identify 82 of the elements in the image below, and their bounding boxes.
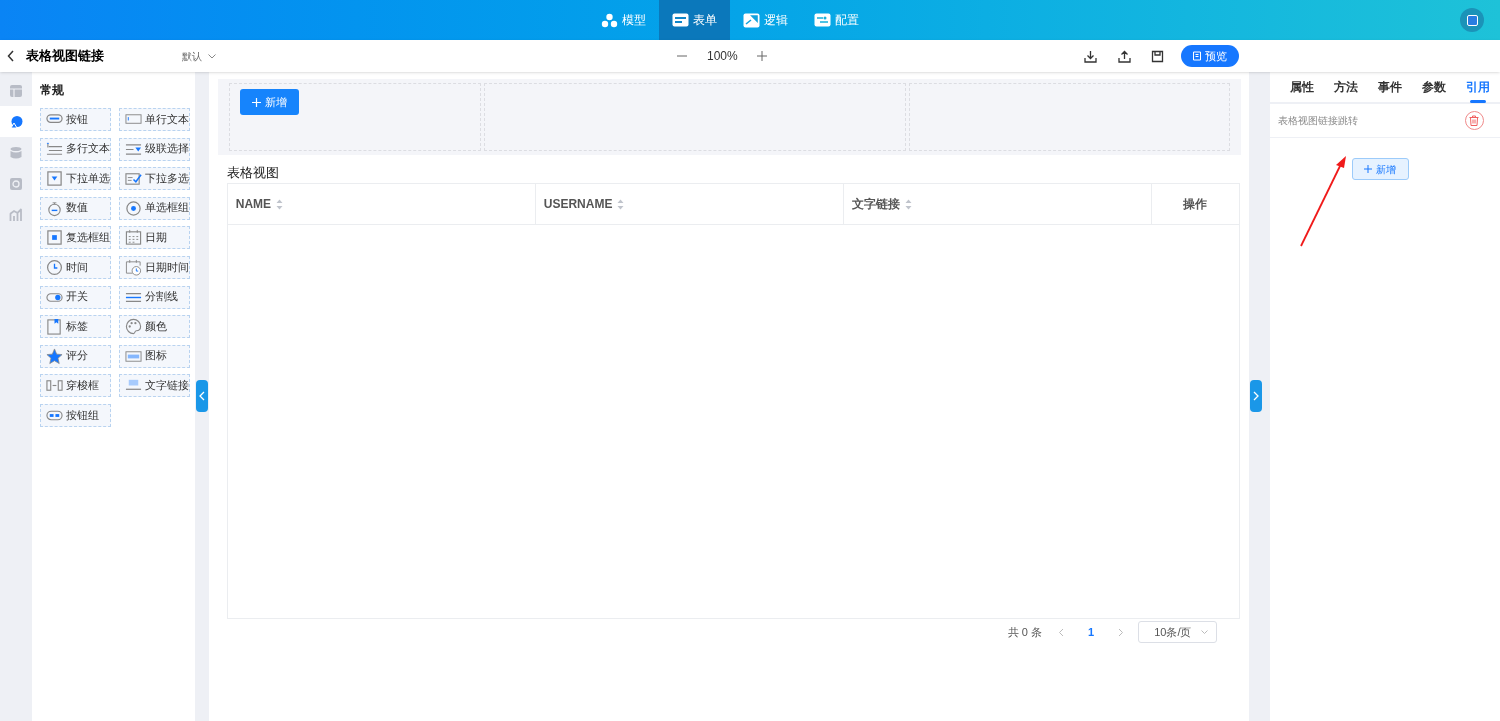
panel-heading: 常规 <box>40 82 65 99</box>
palette-icon <box>125 318 142 336</box>
dropdown-icon <box>46 170 63 188</box>
avatar[interactable] <box>1460 8 1484 32</box>
component-item[interactable]: 穿梭框 <box>40 374 111 398</box>
column-header[interactable]: 文字链接 <box>843 184 1152 224</box>
sort-icon[interactable] <box>904 198 912 210</box>
checkbox-icon <box>46 229 63 247</box>
multiline-text-icon <box>46 140 63 158</box>
component-item[interactable]: 图标 <box>119 344 190 368</box>
layout-icon <box>9 83 23 98</box>
property-tab[interactable]: 属性 <box>1280 72 1324 102</box>
download-icon[interactable] <box>1083 49 1097 63</box>
property-tab[interactable]: 参数 <box>1412 72 1456 102</box>
trash-icon <box>1469 115 1480 126</box>
save-icon[interactable] <box>1150 49 1164 63</box>
form-icon <box>672 13 689 27</box>
rail-tab[interactable] <box>0 106 32 137</box>
chevron-down-icon <box>208 53 216 59</box>
zoom-level: 100% <box>707 48 738 65</box>
preview-button[interactable]: 预览 <box>1180 45 1239 67</box>
chart-icon <box>9 207 23 222</box>
property-tab[interactable]: 方法 <box>1324 72 1368 102</box>
add-reference-button[interactable]: 新增 <box>1352 158 1409 180</box>
cluster-icon <box>601 12 618 28</box>
upload-icon[interactable] <box>1117 49 1131 63</box>
property-tab[interactable]: 事件 <box>1368 72 1412 102</box>
tag-icon <box>46 318 63 336</box>
plus-icon <box>251 97 261 107</box>
star-icon <box>46 347 63 365</box>
component-item[interactable]: 单选框组 <box>119 196 190 220</box>
document-icon <box>1192 51 1203 61</box>
column-header[interactable]: NAME <box>227 184 536 224</box>
sort-icon[interactable] <box>276 198 284 210</box>
component-item[interactable]: 下拉多选 <box>119 167 190 191</box>
component-item[interactable]: 标签 <box>40 315 111 339</box>
property-tab[interactable]: 引用 <box>1456 72 1500 102</box>
collapse-handle[interactable] <box>195 380 208 412</box>
component-item[interactable]: 级联选择 <box>119 137 190 161</box>
total-count: 共 0 条 <box>1007 624 1043 640</box>
calendar-icon <box>125 229 142 247</box>
component-item[interactable]: 单行文本 <box>119 108 190 131</box>
multi-select-icon <box>125 170 142 188</box>
settings-icon <box>9 176 23 191</box>
component-item[interactable]: 日期 <box>119 226 190 250</box>
back-icon[interactable] <box>7 50 15 62</box>
page-number[interactable]: 1 <box>1088 623 1095 641</box>
component-item[interactable]: 时间 <box>40 255 111 279</box>
page-title: 表格视图链接 <box>26 47 104 66</box>
component-item[interactable]: 日期时间 <box>119 255 190 279</box>
clock-icon <box>46 258 63 276</box>
component-item[interactable]: 颜色 <box>119 315 190 339</box>
column-header[interactable]: 操作 <box>1151 184 1240 224</box>
component-item[interactable]: 开关 <box>40 285 111 309</box>
chevron-down-icon <box>1201 630 1209 634</box>
database-icon <box>9 145 23 160</box>
nav-tab[interactable]: 表单 <box>659 0 730 40</box>
component-item[interactable]: 数值 <box>40 196 111 220</box>
plus-icon <box>1364 165 1373 173</box>
component-item[interactable]: 评分 <box>40 344 111 368</box>
version-dropdown[interactable]: 默认 <box>182 48 216 64</box>
column-header[interactable]: USERNAME <box>535 184 844 224</box>
component-item[interactable]: 下拉单选 <box>40 167 111 191</box>
component-item[interactable]: 复选框组 <box>40 226 111 250</box>
zoom-in-icon[interactable] <box>756 51 767 61</box>
table-title: 表格视图 <box>226 164 280 182</box>
component-item[interactable]: 分割线 <box>119 285 190 309</box>
component-item[interactable]: 按钮组 <box>40 403 111 427</box>
component-icon <box>9 114 23 129</box>
component-item[interactable]: 按钮 <box>40 108 111 131</box>
sort-icon[interactable] <box>617 198 625 210</box>
component-item[interactable]: 文字链接 <box>119 374 190 398</box>
add-button[interactable]: 新增 <box>239 89 299 115</box>
reference-name[interactable]: 表格视图链接跳转 <box>1278 113 1358 128</box>
radio-icon <box>125 199 142 217</box>
calendar-clock-icon <box>125 258 142 276</box>
stopwatch-icon <box>46 199 63 217</box>
expand-handle[interactable] <box>1250 380 1263 412</box>
component-item[interactable]: 多行文本 <box>40 137 111 161</box>
previous-page-icon[interactable] <box>1058 627 1065 637</box>
page-size-select[interactable]: 10条/页 <box>1138 621 1218 643</box>
next-page-icon[interactable] <box>1118 627 1125 637</box>
